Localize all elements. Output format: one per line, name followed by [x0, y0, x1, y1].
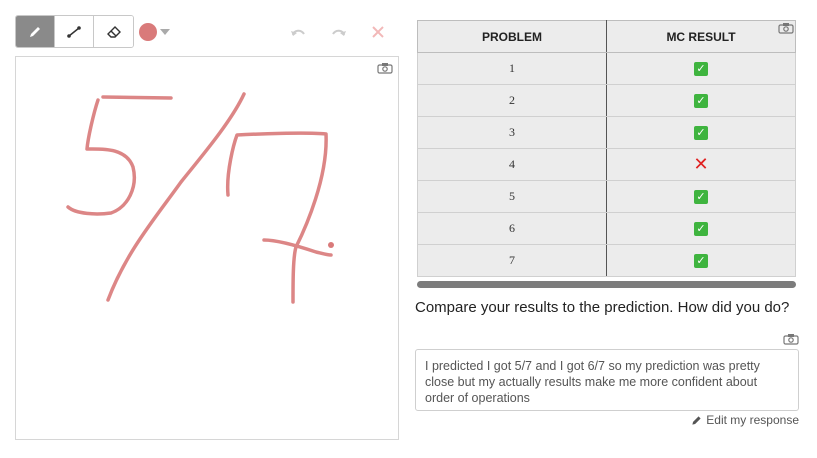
table-row: 1 ✓ — [417, 52, 796, 85]
edit-response-link[interactable]: Edit my response — [691, 413, 799, 427]
problem-number: 4 — [417, 148, 607, 181]
mc-result-cell: ✓ — [606, 180, 796, 213]
checkmark-icon: ✓ — [694, 222, 708, 237]
redo-button[interactable] — [328, 22, 350, 42]
clear-button[interactable] — [367, 22, 389, 42]
results-table: PROBLEM MC RESULT 1 ✓ 2 ✓ 3 ✓ 4 ✕ 5 ✓ 6 ✓ 7 ✓ — [417, 20, 796, 277]
checkmark-icon: ✓ — [694, 190, 708, 205]
table-body: 1 ✓ 2 ✓ 3 ✓ 4 ✕ 5 ✓ 6 ✓ 7 ✓ — [417, 52, 796, 277]
column-header-mc-result: MC RESULT — [606, 20, 796, 53]
pencil-icon — [30, 26, 40, 37]
table-row: 3 ✓ — [417, 116, 796, 149]
drawing-canvas[interactable] — [15, 56, 399, 440]
line-icon — [67, 25, 81, 38]
pencil-icon — [692, 415, 701, 425]
chevron-down-icon — [160, 29, 170, 35]
edit-response-label: Edit my response — [706, 413, 799, 427]
tool-group — [15, 15, 134, 48]
camera-icon[interactable] — [778, 22, 794, 34]
undo-button[interactable] — [287, 22, 309, 42]
eraser-icon — [106, 25, 121, 38]
results-table-container: PROBLEM MC RESULT 1 ✓ 2 ✓ 3 ✓ 4 ✕ 5 ✓ 6 ✓ 7 ✓ — [417, 20, 796, 277]
checkmark-icon: ✓ — [694, 254, 708, 269]
close-icon — [372, 26, 384, 38]
table-header-row: PROBLEM MC RESULT — [417, 20, 796, 53]
drawing-toolbar — [15, 15, 134, 48]
mc-result-cell: ✕ — [606, 148, 796, 181]
problem-number: 3 — [417, 116, 607, 149]
pencil-tool-button[interactable] — [16, 16, 55, 47]
problem-number: 7 — [417, 244, 607, 277]
mc-result-cell: ✓ — [606, 84, 796, 117]
question-prompt: Compare your results to the prediction. … — [415, 299, 790, 316]
color-swatch — [139, 23, 157, 41]
response-text: I predicted I got 5/7 and I got 6/7 so m… — [415, 349, 799, 411]
undo-icon — [291, 29, 305, 36]
table-row: 5 ✓ — [417, 180, 796, 213]
table-row: 2 ✓ — [417, 84, 796, 117]
table-row: 7 ✓ — [417, 244, 796, 277]
checkmark-icon: ✓ — [694, 94, 708, 109]
mc-result-cell: ✓ — [606, 244, 796, 277]
redo-icon — [332, 29, 346, 36]
column-header-problem: PROBLEM — [417, 20, 607, 53]
mc-result-cell: ✓ — [606, 116, 796, 149]
table-row: 6 ✓ — [417, 212, 796, 245]
camera-icon[interactable] — [783, 333, 799, 345]
problem-number: 6 — [417, 212, 607, 245]
mc-result-cell: ✓ — [606, 52, 796, 85]
eraser-tool-button[interactable] — [94, 16, 133, 47]
checkmark-icon: ✓ — [694, 126, 708, 141]
problem-number: 2 — [417, 84, 607, 117]
handwritten-drawing — [66, 92, 334, 304]
line-tool-button[interactable] — [55, 16, 94, 47]
mc-result-cell: ✓ — [606, 212, 796, 245]
cross-icon: ✕ — [693, 154, 709, 175]
color-picker[interactable] — [139, 23, 170, 41]
horizontal-scrollbar[interactable] — [417, 281, 796, 288]
problem-number: 1 — [417, 52, 607, 85]
table-row: 4 ✕ — [417, 148, 796, 181]
problem-number: 5 — [417, 180, 607, 213]
checkmark-icon: ✓ — [694, 62, 708, 77]
